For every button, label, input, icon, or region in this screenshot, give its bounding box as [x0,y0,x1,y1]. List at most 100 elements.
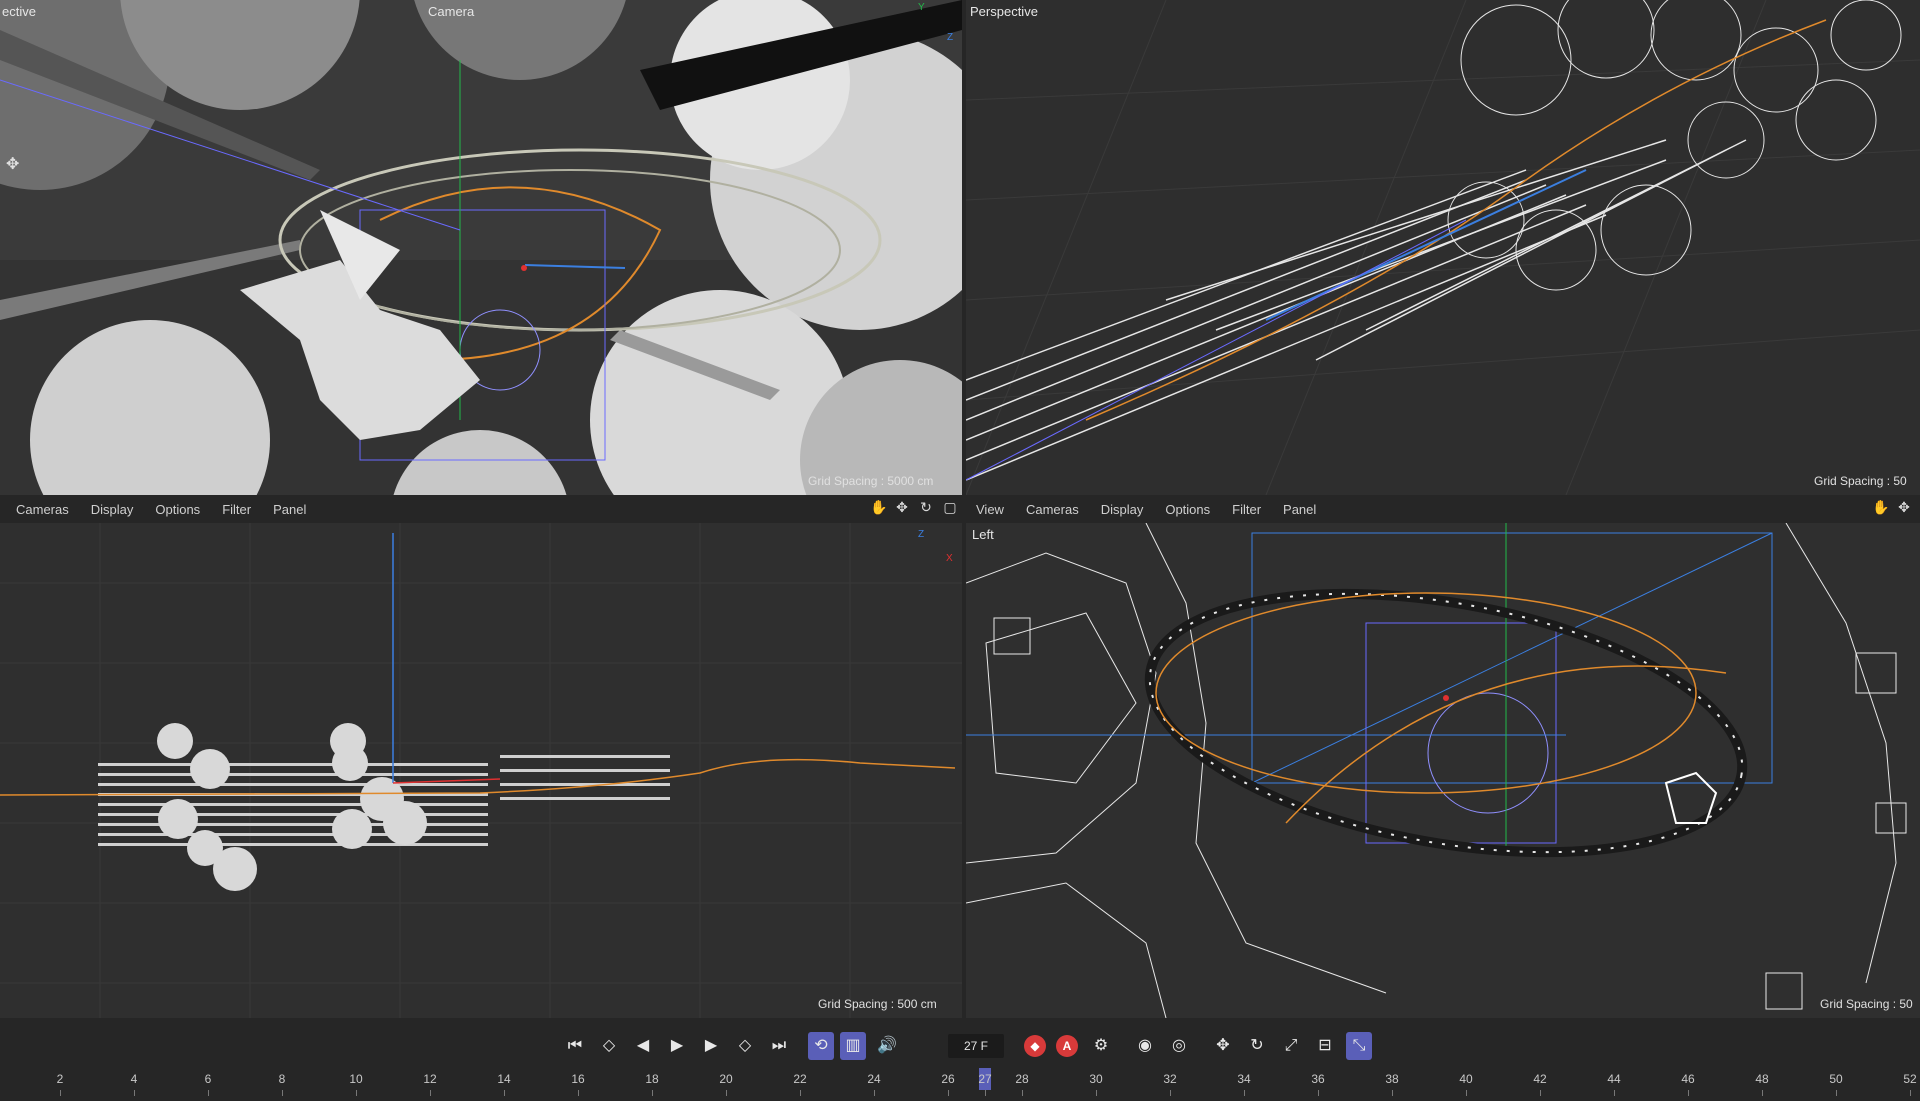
step-back-icon[interactable]: ◀ [630,1032,656,1060]
tick [60,1090,61,1096]
record-keyframe-icon[interactable]: ◆ [1024,1035,1046,1057]
rotate-tool-icon[interactable]: ↻ [1244,1032,1270,1060]
viewport-label: Left [972,527,994,542]
tick [1096,1090,1097,1096]
menu-panel[interactable]: Panel [1283,502,1316,517]
tick [726,1090,727,1096]
tick-label: 14 [497,1072,511,1086]
camera-view-scene [0,0,962,495]
grid-spacing-label: Grid Spacing : 50 [1814,474,1907,488]
menu-cameras[interactable]: Cameras [1026,502,1079,517]
tick-label: 32 [1163,1072,1177,1086]
viewport-top-view[interactable]: Grid Spacing : 500 cm Z X [0,523,962,1018]
toggle-icon[interactable]: ⊟ [1312,1032,1338,1060]
tick-label: 12 [423,1072,437,1086]
grid-spacing-label: Grid Spacing : 50 [1820,997,1913,1011]
pan-icon[interactable]: ✋ [1872,499,1889,515]
current-frame-field[interactable]: 27 F [948,1034,1004,1058]
motion-path-icon[interactable]: ⤡ [1346,1032,1372,1060]
top-view-scene [0,523,962,1018]
transport-bar: ⏮ ◇ ◀ ▶ ▶ ◇ ⏭ ⟲ ▥ 🔊 27 F ◆ A ⚙ ◉ ◎ ✥ ↻ ⤢… [0,1032,1920,1062]
sound-icon[interactable]: 🔊 [874,1032,900,1060]
tick-label: 42 [1533,1072,1547,1086]
timeline-panel: ⏮ ◇ ◀ ▶ ▶ ◇ ⏭ ⟲ ▥ 🔊 27 F ◆ A ⚙ ◉ ◎ ✥ ↻ ⤢… [0,1020,1920,1101]
grid-spacing-label: Grid Spacing : 500 cm [818,997,937,1011]
timeline-ruler[interactable]: 2 4 6 8 10 12 14 16 18 20 22 24 26 27 28 30 32 34 36 38 40 42… [0,1068,1920,1101]
tick-label: 50 [1829,1072,1843,1086]
tick [1688,1090,1689,1096]
autokey-button[interactable]: A [1056,1035,1078,1057]
tick-label: 16 [571,1072,585,1086]
move-tool-icon[interactable]: ✥ [1210,1032,1236,1060]
key-position-icon[interactable]: ◉ [1132,1032,1158,1060]
menu-display[interactable]: Display [1101,502,1144,517]
menu-filter[interactable]: Filter [222,502,251,517]
tick-label: 52 [1903,1072,1917,1086]
next-key-icon[interactable]: ◇ [732,1032,758,1060]
tick [652,1090,653,1096]
loop-icon[interactable]: ⟲ [808,1032,834,1060]
scale-tool-icon[interactable]: ⤢ [1278,1032,1304,1060]
tick [1836,1090,1837,1096]
menu-filter[interactable]: Filter [1232,502,1261,517]
left-view-scene [966,523,1920,1018]
pan-icon[interactable]: ✋ [870,499,887,515]
tick [948,1090,949,1096]
tick-label: 40 [1459,1072,1473,1086]
tick-label: 38 [1385,1072,1399,1086]
perspective-view-scene [966,0,1920,495]
tick-label: 20 [719,1072,733,1086]
menu-cameras[interactable]: Cameras [16,502,69,517]
tick [1244,1090,1245,1096]
tick [1910,1090,1911,1096]
tick-label: 2 [56,1072,64,1086]
tick [504,1090,505,1096]
grid-spacing-label: Grid Spacing : 5000 cm [808,474,934,488]
tick-label: 30 [1089,1072,1103,1086]
tick-label: 36 [1311,1072,1325,1086]
play-icon[interactable]: ▶ [664,1032,690,1060]
tick [1614,1090,1615,1096]
tick [430,1090,431,1096]
tick [134,1090,135,1096]
go-to-start-icon[interactable]: ⏮ [562,1032,588,1060]
tick-label: 28 [1015,1072,1029,1086]
viewport-nav-icons-left: ✋ ✥ ↻ ▢ [870,499,958,515]
tick-label: 6 [204,1072,212,1086]
previous-key-icon[interactable]: ◇ [596,1032,622,1060]
menu-display[interactable]: Display [91,502,134,517]
tick [1762,1090,1763,1096]
menu-panel[interactable]: Panel [273,502,306,517]
axis-y-label: Y [918,2,925,13]
menu-view[interactable]: View [976,502,1004,517]
axis-x-label: X [946,553,953,564]
viewport-label: Perspective [970,4,1038,19]
tick [282,1090,283,1096]
go-to-end-icon[interactable]: ⏭ [766,1032,792,1060]
tick-label: 44 [1607,1072,1621,1086]
tick-label: 34 [1237,1072,1251,1086]
menu-options[interactable]: Options [155,502,200,517]
tick-label: 27 [978,1072,992,1086]
tick-label: 48 [1755,1072,1769,1086]
tick [1170,1090,1171,1096]
maximize-icon[interactable]: ▢ [942,499,958,515]
animation-mode-icon[interactable]: ▥ [840,1032,866,1060]
menu-options[interactable]: Options [1165,502,1210,517]
tick [208,1090,209,1096]
camera-label[interactable]: Camera [428,4,474,19]
key-rotation-icon[interactable]: ◎ [1166,1032,1192,1060]
move-icon[interactable]: ✥ [1896,499,1912,515]
viewport-camera[interactable]: ective Camera Grid Spacing : 5000 cm Y Z… [0,0,962,495]
move-icon[interactable]: ✥ [894,499,910,515]
step-forward-icon[interactable]: ▶ [698,1032,724,1060]
tick [1392,1090,1393,1096]
viewport-perspective[interactable]: Perspective Grid Spacing : 50 [966,0,1920,495]
tick [578,1090,579,1096]
viewport-menubar-left: Cameras Display Options Filter Panel [0,497,962,521]
orbit-icon[interactable]: ↻ [918,499,934,515]
viewport-left-view[interactable]: Left Grid Spacing : 50 [966,523,1920,1018]
key-settings-icon[interactable]: ⚙ [1088,1032,1114,1060]
viewport-nav-icons-right: ✋ ✥ [1872,499,1912,515]
tick [985,1090,986,1096]
